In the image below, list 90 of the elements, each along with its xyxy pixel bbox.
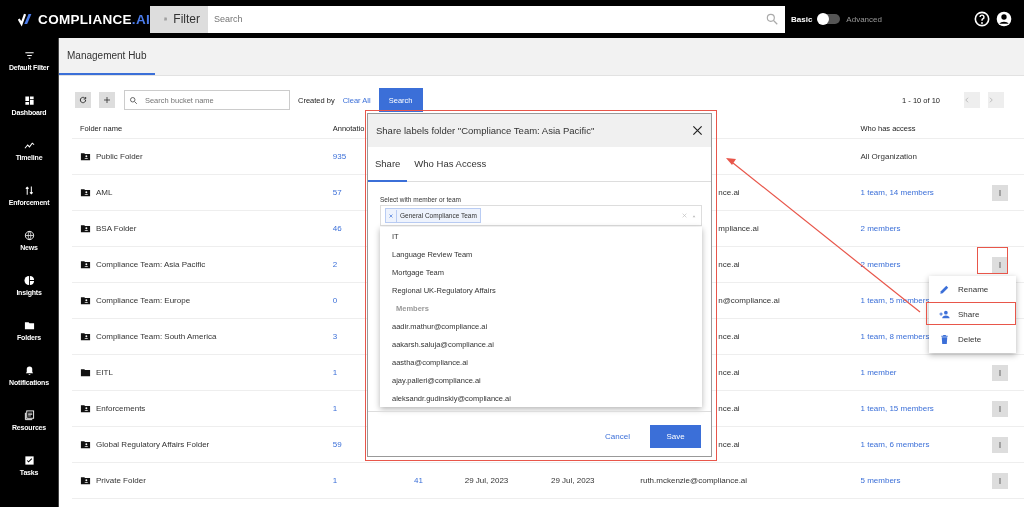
menu-item[interactable]: Delete: [929, 327, 1016, 352]
folder-name[interactable]: Enforcements: [96, 404, 146, 413]
dialog-title: Share labels folder "Compliance Team: Asia Pacific": [376, 125, 595, 136]
refresh-button[interactable]: [75, 92, 91, 108]
person-add-icon: [939, 309, 950, 320]
folder-name[interactable]: Compliance Team: Asia Pacific: [96, 260, 206, 269]
line-chart-icon: [23, 140, 35, 151]
folder-name[interactable]: EITL: [96, 368, 113, 377]
mode-toggle[interactable]: [818, 14, 841, 24]
access-link[interactable]: 5 members: [860, 476, 901, 485]
access-link[interactable]: 1 team, 15 members: [860, 404, 934, 413]
toggle-label: Advanced: [846, 14, 882, 24]
dialog-tab[interactable]: Who Has Access: [407, 147, 494, 182]
documents-icon: [23, 410, 35, 421]
folder-name[interactable]: Global Regulatory Affairs Folder: [96, 440, 210, 449]
annotation-count[interactable]: 0: [332, 296, 338, 305]
access-link[interactable]: 1 member: [860, 368, 897, 377]
annotation-count[interactable]: 59: [332, 440, 342, 449]
plus-icon: [103, 96, 111, 104]
filter-button[interactable]: Filter: [150, 5, 208, 33]
check-logo-icon: [18, 11, 33, 27]
folder-icon: [23, 320, 35, 331]
caret-up-icon[interactable]: [691, 213, 697, 218]
annotation-count[interactable]: 1: [332, 368, 338, 377]
user-icon[interactable]: [996, 11, 1012, 27]
owner-email: n@compliance.ai: [718, 296, 780, 305]
date-text: 29 Jul, 2023: [464, 476, 509, 485]
dialog-tab[interactable]: Share: [368, 147, 408, 182]
cancel-button[interactable]: Cancel: [599, 430, 636, 442]
owner-email: nce.ai: [718, 368, 740, 377]
folder-name[interactable]: Private Folder: [96, 476, 146, 485]
folder-name[interactable]: BSA Folder: [96, 224, 137, 233]
clear-icon[interactable]: [682, 213, 687, 218]
access-link[interactable]: 2 members: [860, 260, 901, 269]
access-link[interactable]: 1 team, 6 members: [860, 440, 930, 449]
folder-name[interactable]: Compliance Team: South America: [96, 332, 217, 341]
folder-name[interactable]: AML: [96, 188, 113, 197]
remove-icon: [389, 213, 393, 218]
date-text: 29 Jul, 2023: [550, 476, 595, 485]
chevron-right-icon: [988, 97, 994, 103]
owner-email: mpliance.ai: [718, 224, 759, 233]
more-options-button[interactable]: [992, 400, 1009, 417]
pencil-icon: [939, 284, 950, 295]
bell-icon: [23, 365, 35, 376]
owner-email: nce.ai: [718, 404, 740, 413]
owner-email: nce.ai: [718, 440, 740, 449]
save-button[interactable]: Save: [650, 424, 701, 448]
close-button[interactable]: [692, 125, 703, 136]
more-options-button[interactable]: [992, 364, 1009, 381]
add-button[interactable]: [99, 92, 115, 108]
page-tab[interactable]: Management Hub: [59, 38, 155, 75]
annotation-count[interactable]: 57: [332, 188, 342, 197]
checkbox-icon: [23, 455, 35, 466]
highlight-frame: [977, 247, 1008, 274]
close-icon: [692, 125, 703, 136]
access-link[interactable]: 1 team, 14 members: [860, 188, 934, 197]
more-options-button[interactable]: [992, 472, 1009, 489]
access-link[interactable]: 1 team, 8 members: [860, 332, 930, 341]
label-count[interactable]: 41: [413, 476, 423, 485]
access-link[interactable]: 2 members: [860, 224, 901, 233]
owner-email: nce.ai: [718, 188, 740, 197]
more-options-button[interactable]: [992, 184, 1009, 201]
globe-icon: [23, 230, 35, 241]
owner-email: nce.ai: [718, 332, 740, 341]
pie-chart-icon: [23, 275, 35, 286]
annotation-count[interactable]: 1: [332, 476, 338, 485]
search-field[interactable]: Search: [208, 5, 785, 33]
more-options-button[interactable]: [992, 256, 1009, 273]
arrows-icon: [23, 185, 35, 196]
annotation-count[interactable]: 46: [332, 224, 342, 233]
owner-email: ruth.mckenzie@compliance.ai: [640, 476, 748, 485]
annotation-count[interactable]: 3: [332, 332, 338, 341]
toggle-label: Basic: [791, 14, 813, 24]
trash-icon: [939, 334, 950, 345]
grid-icon: [23, 95, 35, 106]
refresh-icon: [79, 96, 87, 104]
annotation-count[interactable]: 2: [332, 260, 338, 269]
menu-item[interactable]: Rename: [929, 277, 1016, 302]
folder-name[interactable]: Compliance Team: Europe: [96, 296, 191, 305]
more-options-button[interactable]: [992, 436, 1009, 453]
owner-email: nce.ai: [718, 260, 740, 269]
annotation-count[interactable]: 935: [332, 152, 347, 161]
filter-icon: [23, 50, 35, 61]
menu-item[interactable]: Share: [929, 302, 1016, 327]
annotation-count[interactable]: 1: [332, 404, 338, 413]
chevron-left-icon: [964, 97, 970, 103]
help-icon[interactable]: [974, 11, 990, 27]
access-text: All Organization: [860, 152, 917, 161]
logo-text: COMPLIANCE.AI: [38, 11, 150, 27]
folder-name[interactable]: Public Folder: [96, 152, 143, 161]
